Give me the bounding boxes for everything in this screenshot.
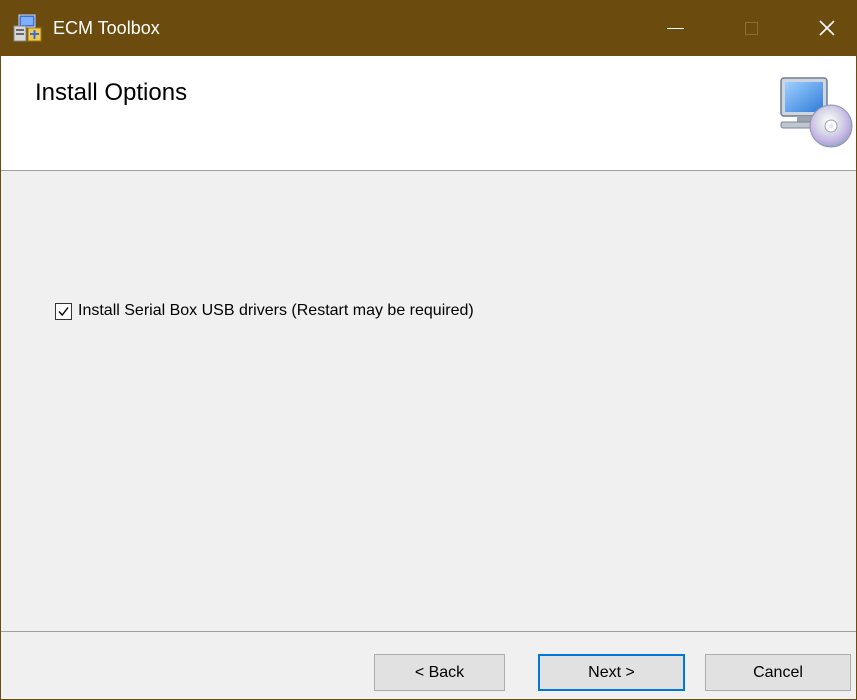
- title-bar[interactable]: ECM Toolbox: [1, 0, 856, 56]
- usb-drivers-checkbox[interactable]: [55, 302, 72, 320]
- window-title: ECM Toolbox: [53, 18, 160, 38]
- cancel-button[interactable]: Cancel: [705, 654, 851, 691]
- installer-window: ECM Toolbox Install Options Install Seri…: [0, 0, 857, 700]
- computer-cd-icon: [780, 77, 853, 148]
- checkmark-icon: [58, 306, 69, 316]
- page-title: Install Options: [35, 79, 188, 106]
- close-icon: [819, 20, 835, 36]
- maximize-button[interactable]: [722, 0, 780, 56]
- usb-drivers-label: Install Serial Box USB drivers (Restart …: [78, 302, 474, 319]
- wizard-header: Install Options: [1, 56, 856, 171]
- installer-app-icon: [13, 14, 42, 42]
- next-button[interactable]: Next >: [538, 654, 685, 691]
- back-button[interactable]: < Back: [374, 654, 505, 691]
- minimize-icon: [666, 27, 684, 29]
- wizard-body: Install Serial Box USB drivers (Restart …: [1, 171, 856, 631]
- footer-divider: [1, 631, 856, 632]
- usb-drivers-checkbox-row[interactable]: Install Serial Box USB drivers (Restart …: [55, 301, 474, 321]
- minimize-button[interactable]: [646, 0, 704, 56]
- close-button[interactable]: [798, 0, 856, 56]
- maximize-icon: [744, 21, 758, 35]
